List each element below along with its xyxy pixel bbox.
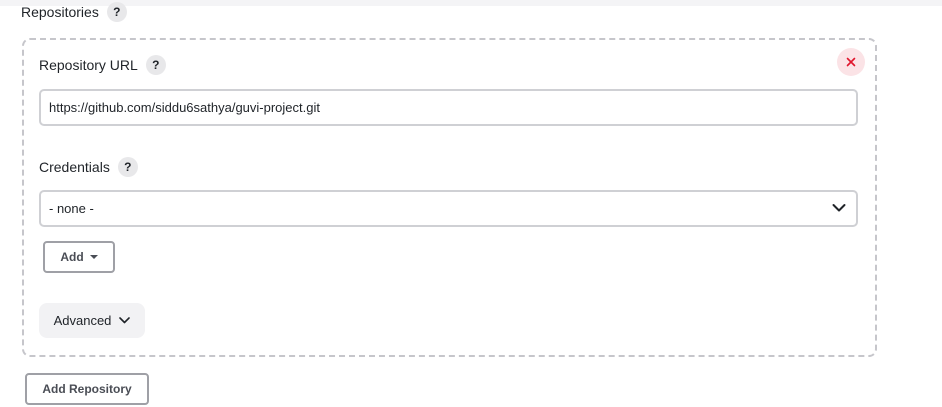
remove-repository-button[interactable] — [837, 48, 865, 76]
add-credentials-label: Add — [60, 250, 84, 264]
add-credentials-button[interactable]: Add — [43, 241, 115, 273]
credentials-label: Credentials — [39, 159, 110, 175]
credentials-label-row: Credentials ? — [39, 157, 138, 177]
credentials-select[interactable]: - none - — [39, 190, 858, 227]
credentials-selected-value: - none - — [49, 201, 94, 216]
add-repository-label: Add Repository — [42, 382, 132, 396]
advanced-button[interactable]: Advanced — [39, 303, 145, 338]
advanced-label: Advanced — [53, 313, 112, 328]
help-icon[interactable]: ? — [117, 157, 138, 177]
top-strip — [0, 0, 942, 6]
repository-url-label: Repository URL — [39, 57, 138, 73]
repository-url-input[interactable] — [39, 89, 858, 126]
repository-url-label-row: Repository URL ? — [39, 55, 166, 75]
caret-down-icon — [89, 255, 98, 259]
section-header: Repositories ? — [21, 2, 127, 22]
help-icon[interactable]: ? — [145, 55, 166, 75]
help-icon[interactable]: ? — [106, 2, 127, 22]
section-title: Repositories — [21, 4, 99, 20]
close-icon — [846, 57, 856, 67]
add-repository-button[interactable]: Add Repository — [25, 373, 149, 405]
chevron-down-icon — [119, 317, 131, 324]
chevron-down-icon — [832, 204, 846, 212]
